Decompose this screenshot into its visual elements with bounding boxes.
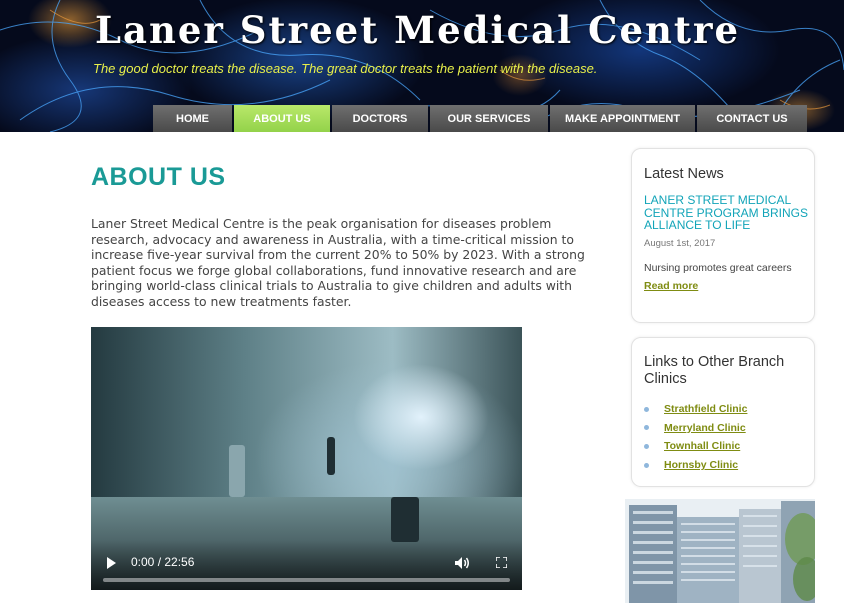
video-frame-person — [229, 445, 245, 497]
site-title: Laner Street Medical Centre — [95, 8, 741, 52]
video-time-display: 0:00 / 22:56 — [131, 555, 195, 569]
nav-contact-us[interactable]: CONTACT US — [697, 105, 807, 132]
list-item: Strathfield Clinic — [644, 400, 747, 419]
nav-doctors[interactable]: DOCTORS — [332, 105, 428, 132]
clinic-link-townhall[interactable]: Townhall Clinic — [664, 440, 740, 452]
page-title: ABOUT US — [91, 163, 226, 191]
clinic-list: Strathfield Clinic Merryland Clinic Town… — [644, 400, 747, 474]
list-item: Merryland Clinic — [644, 419, 747, 438]
video-frame-chair — [391, 497, 419, 542]
news-headline[interactable]: LANER STREET MEDICAL CENTRE PROGRAM BRIN… — [644, 194, 810, 232]
video-player[interactable]: 0:00 / 22:56 — [91, 327, 522, 590]
nav-home[interactable]: HOME — [153, 105, 232, 132]
volume-icon[interactable] — [454, 556, 470, 570]
read-more-link[interactable]: Read more — [644, 280, 698, 292]
clinic-link-merryland[interactable]: Merryland Clinic — [664, 422, 746, 434]
bullet-icon — [644, 406, 649, 412]
bullet-icon — [644, 443, 649, 449]
news-summary: Nursing promotes great careers — [644, 262, 792, 274]
list-item: Townhall Clinic — [644, 437, 747, 456]
building-illustration — [625, 499, 815, 603]
video-controls: 0:00 / 22:56 — [91, 540, 522, 590]
branch-clinics-panel: Links to Other Branch Clinics Strathfiel… — [631, 337, 815, 487]
news-date: August 1st, 2017 — [644, 238, 716, 249]
main-nav: HOME ABOUT US DOCTORS OUR SERVICES MAKE … — [153, 105, 809, 132]
site-header: Laner Street Medical Centre The good doc… — [0, 0, 844, 132]
nav-our-services[interactable]: OUR SERVICES — [430, 105, 548, 132]
building-photo — [625, 499, 815, 603]
bullet-icon — [644, 425, 649, 431]
play-icon[interactable] — [107, 557, 116, 569]
bullet-icon — [644, 462, 649, 468]
video-progress-bar[interactable] — [103, 578, 510, 582]
video-frame-person-far — [327, 437, 335, 475]
branch-clinics-title: Links to Other Branch Clinics — [644, 354, 785, 387]
nav-about-us[interactable]: ABOUT US — [234, 105, 330, 132]
fullscreen-icon[interactable] — [496, 557, 507, 568]
list-item: Hornsby Clinic — [644, 456, 747, 475]
nav-make-appointment[interactable]: MAKE APPOINTMENT — [550, 105, 695, 132]
intro-paragraph: Laner Street Medical Centre is the peak … — [91, 216, 585, 309]
latest-news-title: Latest News — [644, 166, 724, 182]
site-tagline: The good doctor treats the disease. The … — [93, 61, 598, 76]
clinic-link-strathfield[interactable]: Strathfield Clinic — [664, 403, 747, 415]
latest-news-panel: Latest News LANER STREET MEDICAL CENTRE … — [631, 148, 815, 323]
clinic-link-hornsby[interactable]: Hornsby Clinic — [664, 459, 738, 471]
